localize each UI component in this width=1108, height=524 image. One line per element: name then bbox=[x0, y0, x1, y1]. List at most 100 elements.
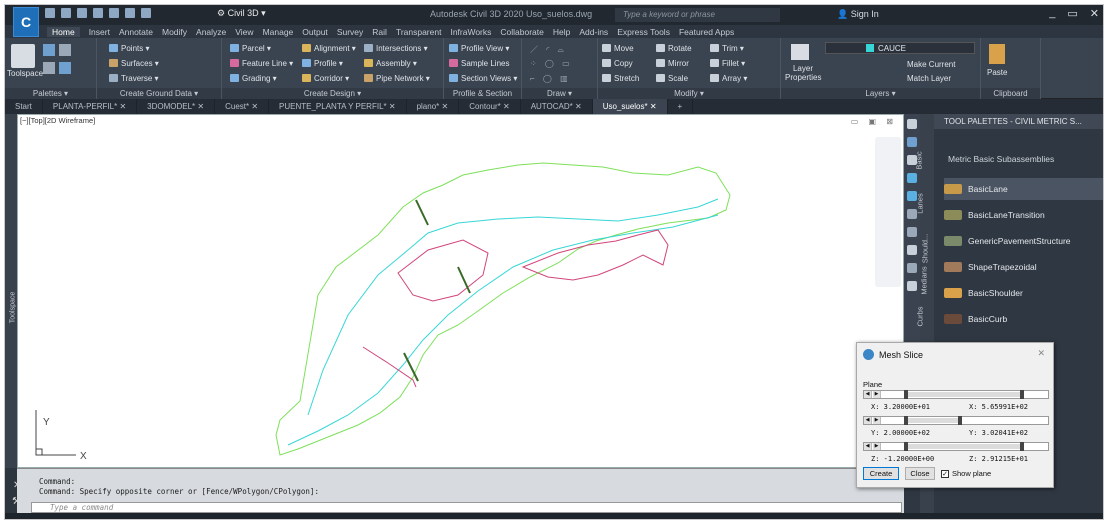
workspace-selector[interactable]: ⚙ Civil 3D ▾ bbox=[217, 8, 266, 19]
menu-tab-transparent[interactable]: Transparent bbox=[396, 27, 442, 37]
section-views-button[interactable]: Section Views ▾ bbox=[449, 74, 517, 83]
menu-tab-insert[interactable]: Insert bbox=[89, 27, 110, 37]
save-icon[interactable] bbox=[77, 8, 87, 18]
profile-section-label[interactable]: Profile & Section Views bbox=[444, 88, 521, 109]
tab-basic[interactable]: Basic bbox=[915, 151, 924, 169]
doc-tab[interactable]: 3DOMODEL* ✕ bbox=[137, 99, 216, 114]
palette-item-genericpavementstructure[interactable]: GenericPavementStructure bbox=[944, 230, 1103, 252]
doc-tab[interactable]: Cuest* ✕ bbox=[215, 99, 270, 114]
menu-tab-help[interactable]: Help bbox=[553, 27, 570, 37]
new-icon[interactable] bbox=[45, 8, 55, 18]
toolspace-icon[interactable] bbox=[11, 44, 35, 68]
paste-button[interactable]: Paste bbox=[987, 68, 1007, 77]
layer-dropdown[interactable]: CAUCE bbox=[825, 42, 975, 54]
trim-button[interactable]: Trim ▾ bbox=[710, 44, 744, 53]
layer-properties-button[interactable]: Layer Properties bbox=[785, 64, 821, 82]
pipe-network-button[interactable]: Pipe Network ▾ bbox=[364, 74, 430, 83]
palette-tool-icon[interactable] bbox=[907, 173, 917, 183]
doc-tab[interactable]: Contour* ✕ bbox=[459, 99, 521, 114]
paste-icon[interactable] bbox=[989, 44, 1005, 64]
doc-tab[interactable]: AUTOCAD* ✕ bbox=[521, 99, 593, 114]
x-max-thumb[interactable] bbox=[1020, 390, 1024, 399]
palette-item-basicshoulder[interactable]: BasicShoulder bbox=[944, 282, 1103, 304]
points-button[interactable]: Points ▾ bbox=[109, 44, 149, 53]
palette-tool-icon[interactable] bbox=[907, 245, 917, 255]
checkbox-check-icon[interactable]: ✓ bbox=[941, 469, 949, 478]
save-as-icon[interactable] bbox=[93, 8, 103, 18]
redo-icon[interactable] bbox=[141, 8, 151, 18]
palettes-label[interactable]: Palettes ▾ bbox=[5, 88, 96, 99]
panel-icon[interactable] bbox=[59, 62, 71, 74]
menu-tab-featured-apps[interactable]: Featured Apps bbox=[679, 27, 734, 37]
close-button[interactable]: ✕ bbox=[1090, 7, 1099, 20]
menu-tab-manage[interactable]: Manage bbox=[263, 27, 294, 37]
parcel-button[interactable]: Parcel ▾ bbox=[230, 44, 271, 53]
layers-label[interactable]: Layers ▾ bbox=[781, 88, 980, 99]
tool-palette-title[interactable]: TOOL PALETTES - CIVIL METRIC S... bbox=[934, 114, 1103, 129]
menu-tab-annotate[interactable]: Annotate bbox=[119, 27, 153, 37]
scale-button[interactable]: Scale bbox=[656, 74, 688, 83]
print-icon[interactable] bbox=[109, 8, 119, 18]
properties-icon[interactable] bbox=[43, 44, 55, 56]
sign-in-button[interactable]: 👤 Sign In bbox=[837, 9, 879, 20]
x-min-thumb[interactable] bbox=[904, 390, 908, 399]
doc-tab[interactable]: PLANTA-PERFIL* ✕ bbox=[43, 99, 138, 114]
undo-icon[interactable] bbox=[125, 8, 135, 18]
draw-label[interactable]: Draw ▾ bbox=[522, 88, 597, 99]
menu-tab-analyze[interactable]: Analyze bbox=[196, 27, 226, 37]
circle-rect-tools[interactable]: ⁘ ◯ ▭ bbox=[530, 59, 573, 68]
doc-tab[interactable]: PUENTE_PLANTA Y PERFIL* ✕ bbox=[269, 99, 407, 114]
menu-tab-view[interactable]: View bbox=[235, 27, 253, 37]
restore-button[interactable]: ▭ bbox=[1067, 7, 1077, 20]
y-min-thumb[interactable] bbox=[904, 416, 908, 425]
dialog-close-icon[interactable]: ✕ bbox=[1037, 348, 1045, 359]
array-button[interactable]: Array ▾ bbox=[710, 74, 747, 83]
x-range-slider[interactable]: ◀ ▶ bbox=[863, 390, 1049, 399]
palette-item-basiclane[interactable]: BasicLane bbox=[944, 178, 1103, 200]
app-logo[interactable]: C bbox=[13, 7, 39, 37]
menu-tab-rail[interactable]: Rail bbox=[372, 27, 387, 37]
doc-tab[interactable]: plano* ✕ bbox=[407, 99, 460, 114]
palette-tool-icon[interactable] bbox=[907, 263, 917, 273]
minimize-button[interactable]: _ bbox=[1049, 7, 1055, 20]
profile-view-button[interactable]: Profile View ▾ bbox=[449, 44, 509, 53]
show-plane-checkbox[interactable]: ✓ Show plane bbox=[941, 469, 991, 478]
x-slider-right-arrow[interactable]: ▶ bbox=[873, 391, 881, 398]
rotate-button[interactable]: Rotate bbox=[656, 44, 692, 53]
menu-tab-survey[interactable]: Survey bbox=[337, 27, 363, 37]
y-slider-right-arrow[interactable]: ▶ bbox=[873, 417, 881, 424]
menu-tab-infraworks[interactable]: InfraWorks bbox=[450, 27, 491, 37]
intersections-button[interactable]: Intersections ▾ bbox=[364, 44, 428, 53]
z-min-thumb[interactable] bbox=[904, 442, 908, 451]
doc-tab[interactable]: Start bbox=[5, 99, 43, 114]
tab-lanes[interactable]: Lanes bbox=[916, 193, 925, 213]
y-range-slider[interactable]: ◀ ▶ bbox=[863, 416, 1049, 425]
create-button[interactable]: Create bbox=[863, 467, 899, 480]
profile-button[interactable]: Profile ▾ bbox=[302, 59, 343, 68]
doc-tab[interactable]: Uso_suelos* ✕ bbox=[592, 99, 668, 114]
drawing-viewport[interactable]: [−][Top][2D Wireframe] ▭ ▣ ⊠ Y X bbox=[17, 114, 904, 468]
move-button[interactable]: Move bbox=[602, 44, 634, 53]
tab-medians[interactable]: Medians bbox=[920, 266, 929, 294]
palette-tool-icon[interactable] bbox=[907, 227, 917, 237]
clipboard-label[interactable]: Clipboard bbox=[981, 88, 1040, 99]
y-slider-left-arrow[interactable]: ◀ bbox=[864, 417, 872, 424]
x-slider-left-arrow[interactable]: ◀ bbox=[864, 391, 872, 398]
grid-icon[interactable] bbox=[43, 62, 55, 74]
palette-tool-icon[interactable] bbox=[907, 281, 917, 291]
search-input[interactable]: Type a keyword or phrase bbox=[615, 8, 780, 22]
toolspace-button[interactable]: Toolspace bbox=[7, 69, 43, 78]
tab-shoulders[interactable]: Should... bbox=[920, 234, 929, 264]
create-design-label[interactable]: Create Design ▾ bbox=[222, 88, 443, 99]
grading-button[interactable]: Grading ▾ bbox=[230, 74, 277, 83]
palette-item-basiclanetransition[interactable]: BasicLaneTransition bbox=[944, 204, 1103, 226]
open-icon[interactable] bbox=[61, 8, 71, 18]
menu-tab-home[interactable]: Home bbox=[47, 26, 80, 37]
match-layer-button[interactable]: Match Layer bbox=[907, 74, 951, 83]
assembly-button[interactable]: Assembly ▾ bbox=[364, 59, 417, 68]
menu-tab-collaborate[interactable]: Collaborate bbox=[500, 27, 543, 37]
menu-tab-output[interactable]: Output bbox=[302, 27, 328, 37]
close-button-dialog[interactable]: Close bbox=[905, 467, 935, 480]
z-slider-left-arrow[interactable]: ◀ bbox=[864, 443, 872, 450]
menu-tab-express-tools[interactable]: Express Tools bbox=[617, 27, 670, 37]
